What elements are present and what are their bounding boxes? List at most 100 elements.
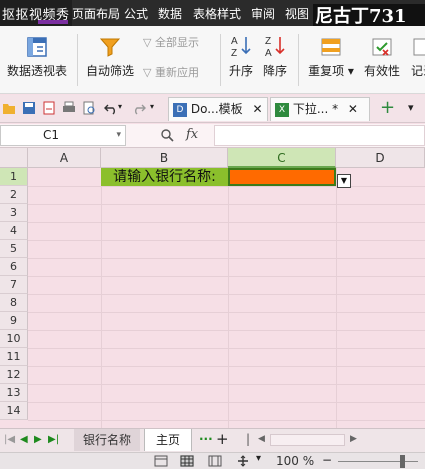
spreadsheet-grid[interactable]: A B C D 1 2 3 4 5 6 7 8 9 10 11 12 13 14…	[0, 148, 425, 428]
sort-desc-button[interactable]: Z A 降序	[260, 34, 290, 79]
row-header-8[interactable]: 8	[0, 294, 28, 312]
row-header-3[interactable]: 3	[0, 204, 28, 222]
doc-tab-dropdown[interactable]: X 下拉... * ✕	[270, 97, 370, 121]
reapply-label: 重新应用	[154, 66, 199, 79]
row-header-7[interactable]: 7	[0, 276, 28, 294]
formula-input[interactable]	[214, 125, 425, 146]
tab-table-style[interactable]: 表格样式	[193, 5, 241, 22]
more-sheets-icon[interactable]: ···	[199, 432, 213, 446]
first-sheet-icon[interactable]: |◀	[4, 434, 15, 445]
reapply-icon: ▽	[143, 66, 155, 79]
page-layout-view-icon[interactable]	[208, 455, 222, 467]
fx-icon[interactable]: fx	[186, 127, 198, 142]
sort-asc-button[interactable]: A Z 升序	[226, 34, 256, 79]
show-all-label: 全部显示	[154, 36, 199, 49]
undo-dropdown-icon[interactable]: ▾	[118, 102, 132, 116]
close-icon[interactable]: ✕	[348, 102, 358, 116]
next-sheet-icon[interactable]: ▶	[34, 434, 42, 445]
cell-b1-bank-prompt[interactable]: 请输入银行名称:	[101, 168, 228, 186]
show-all-button[interactable]: ▽ 全部显示	[143, 34, 199, 50]
row-header-14[interactable]: 14	[0, 402, 28, 420]
tab-data[interactable]: 数据	[158, 5, 182, 22]
validation-dropdown-icon[interactable]: ▼	[337, 174, 351, 188]
row-header-12[interactable]: 12	[0, 366, 28, 384]
status-bar: ▾ 100 % −	[0, 452, 425, 469]
template-doc-icon: D	[173, 102, 187, 117]
row-header-2[interactable]: 2	[0, 186, 28, 204]
select-all-corner[interactable]	[0, 148, 28, 168]
tab-view[interactable]: 视图	[285, 5, 309, 22]
tab-formulas[interactable]: 公式	[124, 5, 148, 22]
duplicates-icon	[321, 38, 341, 56]
redo-icon[interactable]	[132, 101, 146, 115]
close-icon[interactable]: ✕	[252, 102, 262, 116]
view-dropdown-icon[interactable]: ▾	[256, 453, 261, 464]
scroll-left-icon[interactable]: ◀	[258, 434, 265, 444]
column-header-b[interactable]: B	[101, 148, 228, 168]
last-sheet-icon[interactable]: ▶|	[48, 434, 59, 445]
export-pdf-icon[interactable]	[42, 101, 56, 115]
row-header-10[interactable]: 10	[0, 330, 28, 348]
record-label: 记录	[410, 64, 425, 78]
horizontal-scrollbar[interactable]	[270, 434, 345, 446]
name-box-dropdown-icon[interactable]: ▾	[116, 126, 121, 145]
doc-list-dropdown-icon[interactable]: ▾	[408, 101, 414, 114]
print-icon[interactable]	[62, 101, 76, 115]
cell-c1-selected[interactable]	[228, 168, 336, 186]
record-icon	[413, 38, 425, 56]
page-break-view-icon[interactable]	[180, 455, 194, 467]
customize-dropdown-icon[interactable]: ▾	[150, 102, 164, 116]
save-icon[interactable]	[22, 101, 36, 115]
tab-splitter[interactable]: |	[246, 432, 250, 446]
sheet-tab-bar: |◀ ◀ ▶ ▶| 银行名称 主页 ··· + | ◀ ▶	[0, 428, 425, 452]
open-folder-icon[interactable]	[2, 101, 16, 115]
sort-desc-icon: Z A	[265, 36, 285, 58]
validity-label: 有效性	[363, 64, 400, 78]
sheet-tab-home[interactable]: 主页	[144, 429, 192, 451]
row-header-9[interactable]: 9	[0, 312, 28, 330]
doc-tab-template[interactable]: D Do...模板 ✕	[168, 97, 268, 121]
svg-text:Z: Z	[265, 36, 271, 47]
column-header-c[interactable]: C	[228, 148, 336, 168]
row-header-1[interactable]: 1	[0, 168, 28, 186]
undo-icon[interactable]	[104, 101, 118, 115]
tab-page-layout[interactable]: 页面布局	[72, 5, 120, 22]
column-header-d[interactable]: D	[336, 148, 425, 168]
normal-view-icon[interactable]	[154, 455, 168, 467]
print-preview-icon[interactable]	[82, 101, 96, 115]
pivot-table-button[interactable]: 数据透视表	[4, 36, 70, 79]
row-header-5[interactable]: 5	[0, 240, 28, 258]
pivot-table-icon	[27, 37, 47, 57]
zoom-slider-thumb[interactable]	[400, 455, 405, 468]
zoom-level[interactable]: 100 %	[276, 454, 314, 468]
validity-button[interactable]: 有效性	[362, 36, 402, 79]
filter-icon	[99, 38, 121, 57]
row-header-13[interactable]: 13	[0, 384, 28, 402]
name-box[interactable]: C1 ▾	[0, 125, 126, 146]
reading-view-icon[interactable]	[236, 455, 250, 467]
validity-icon	[372, 38, 392, 56]
zoom-slider-track[interactable]	[338, 461, 418, 462]
sort-asc-icon: A Z	[231, 36, 251, 58]
svg-text:A: A	[265, 48, 272, 58]
sheet-tab-bank-names[interactable]: 银行名称	[74, 429, 140, 451]
add-sheet-icon[interactable]: +	[216, 430, 229, 448]
new-tab-icon[interactable]: +	[380, 97, 395, 118]
row-header-4[interactable]: 4	[0, 222, 28, 240]
tab-review[interactable]: 审阅	[251, 5, 275, 22]
column-header-a[interactable]: A	[28, 148, 101, 168]
pivot-table-label: 数据透视表	[6, 64, 67, 78]
scroll-right-icon[interactable]: ▶	[350, 434, 357, 444]
prev-sheet-icon[interactable]: ◀	[20, 434, 28, 445]
record-button[interactable]: 记录	[408, 36, 425, 79]
auto-filter-label: 自动筛选	[85, 64, 134, 78]
zoom-search-icon[interactable]	[160, 128, 174, 142]
name-box-value: C1	[43, 128, 60, 142]
zoom-out-icon[interactable]: −	[322, 453, 332, 467]
ribbon-panel: 数据透视表 自动筛选 ▽ 全部显示 ▽ 重新应用 A Z 升序 Z A 降序 重…	[0, 26, 425, 94]
reapply-button[interactable]: ▽ 重新应用	[143, 64, 199, 80]
auto-filter-button[interactable]: 自动筛选	[84, 36, 136, 79]
row-header-11[interactable]: 11	[0, 348, 28, 366]
duplicates-button[interactable]: 重复项 ▾	[304, 36, 358, 79]
row-header-6[interactable]: 6	[0, 258, 28, 276]
